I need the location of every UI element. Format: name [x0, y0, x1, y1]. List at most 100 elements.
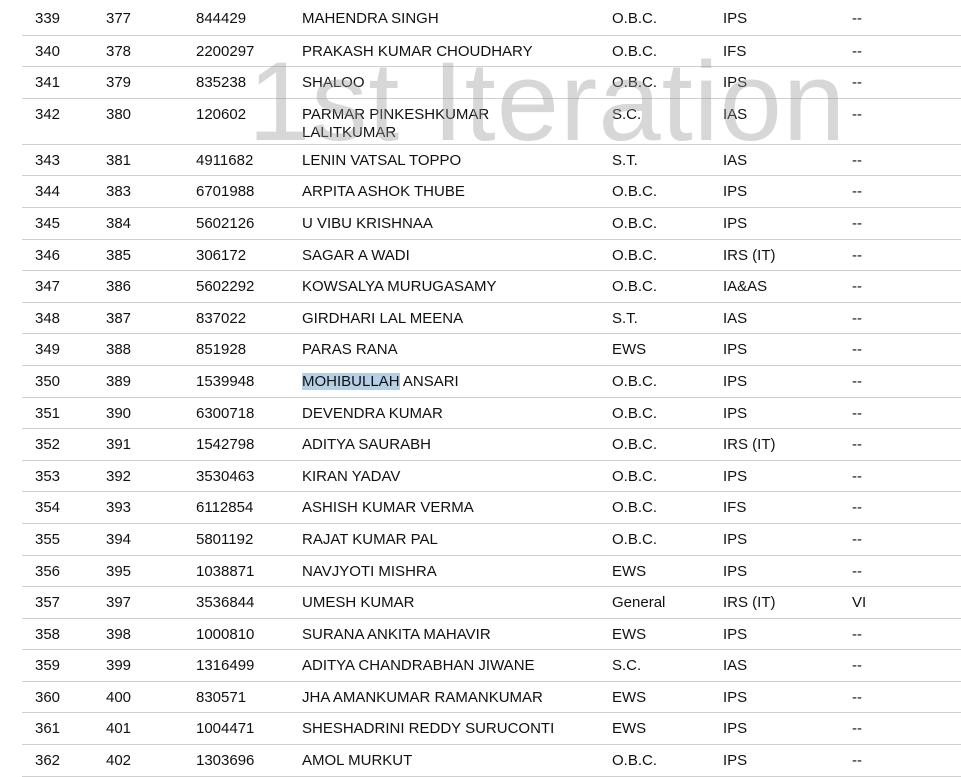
table-row: 346 385 306172 SAGAR A WADI O.B.C. IRS (… — [22, 240, 961, 272]
roll-number: 1539948 — [196, 372, 255, 390]
rank: 391 — [106, 436, 132, 454]
candidate-name: SHESHADRINI REDDY SURUCONTI — [302, 720, 555, 738]
roll-number: 5801192 — [196, 530, 254, 548]
candidate-name[interactable]: MOHIBULLAH ANSARI — [302, 372, 592, 391]
table-row: 351 390 6300718 DEVENDRA KUMAR O.B.C. IP… — [22, 398, 961, 430]
remarks: -- — [852, 467, 862, 485]
service-allocated: IAS — [723, 657, 748, 675]
roll-number: 120602 — [196, 105, 247, 123]
serial-number: 346 — [35, 246, 61, 264]
table-row: 359 399 1316499 ADITYA CHANDRABHAN JIWAN… — [22, 650, 961, 682]
category: EWS — [612, 688, 647, 706]
serial-number: 344 — [35, 183, 61, 201]
remarks: -- — [852, 404, 862, 422]
remarks: -- — [852, 499, 862, 517]
serial-number: 347 — [35, 278, 61, 296]
candidate-name: JHA AMANKUMAR RAMANKUMAR — [302, 688, 543, 706]
rank: 395 — [106, 562, 132, 580]
candidate-name: ADITYA CHANDRABHAN JIWANE — [302, 657, 535, 675]
serial-number: 341 — [35, 74, 61, 92]
service-allocated: IPS — [723, 341, 748, 359]
category: S.T. — [612, 151, 638, 169]
category: O.B.C. — [612, 530, 658, 548]
serial-number: 342 — [35, 105, 61, 123]
category: O.B.C. — [612, 246, 658, 264]
table-row: 349 388 851928 PARAS RANA EWS IPS -- — [22, 334, 961, 366]
service-allocated: IPS — [723, 404, 748, 422]
serial-number: 355 — [35, 530, 61, 548]
category: O.B.C. — [612, 42, 658, 60]
serial-number: 358 — [35, 625, 61, 643]
service-allocated: IPS — [723, 752, 748, 770]
rank: 386 — [106, 278, 132, 296]
table-row: 352 391 1542798 ADITYA SAURABH O.B.C. IR… — [22, 429, 961, 461]
remarks: -- — [852, 246, 862, 264]
candidate-name: PARAS RANA — [302, 341, 398, 359]
table-row: 341 379 835238 SHALOO O.B.C. IPS -- — [22, 67, 961, 99]
category: O.B.C. — [612, 10, 658, 27]
serial-number: 340 — [35, 42, 61, 60]
service-allocated: IPS — [723, 467, 748, 485]
remarks: -- — [852, 151, 862, 169]
service-allocated: IFS — [723, 42, 747, 60]
table-row: 362 402 1303696 AMOL MURKUT O.B.C. IPS -… — [22, 745, 961, 777]
service-allocated: IRS (IT) — [723, 594, 776, 612]
rank: 379 — [106, 74, 132, 92]
roll-number: 5602292 — [196, 278, 255, 296]
table-row: 353 392 3530463 KIRAN YADAV O.B.C. IPS -… — [22, 461, 961, 493]
candidate-name: ASHISH KUMAR VERMA — [302, 499, 474, 517]
rank: 387 — [106, 309, 132, 327]
rank: 392 — [106, 467, 132, 485]
candidate-name: RAJAT KUMAR PAL — [302, 530, 438, 548]
candidate-name: KOWSALYA MURUGASAMY — [302, 278, 497, 296]
remarks: VI — [852, 594, 867, 612]
table-row: 350 389 1539948 MOHIBULLAH ANSARI O.B.C.… — [22, 366, 961, 398]
remarks: -- — [852, 436, 862, 454]
remarks: -- — [852, 10, 862, 27]
category: EWS — [612, 562, 647, 580]
service-allocated: IPS — [723, 562, 748, 580]
rank: 400 — [106, 688, 132, 706]
candidate-name: SURANA ANKITA MAHAVIR — [302, 625, 491, 643]
remarks: -- — [852, 214, 862, 232]
rank: 383 — [106, 183, 132, 201]
roll-number: 830571 — [196, 688, 247, 706]
rank: 388 — [106, 341, 132, 359]
service-allocated: IAS — [723, 309, 748, 327]
table-row: 356 395 1038871 NAVJYOTI MISHRA EWS IPS … — [22, 556, 961, 588]
roll-number: 1000810 — [196, 625, 255, 643]
roll-number: 5602126 — [196, 214, 255, 232]
serial-number: 354 — [35, 499, 61, 517]
service-allocated: IPS — [723, 720, 748, 738]
rank: 384 — [106, 214, 132, 232]
serial-number: 345 — [35, 214, 61, 232]
category: O.B.C. — [612, 404, 658, 422]
roll-number: 837022 — [196, 309, 247, 327]
remarks: -- — [852, 105, 862, 123]
rank: 381 — [106, 151, 132, 169]
candidate-name: ADITYA SAURABH — [302, 436, 431, 454]
service-allocated: IPS — [723, 183, 748, 201]
category: S.C. — [612, 105, 642, 123]
remarks: -- — [852, 720, 862, 738]
roll-number: 1038871 — [196, 562, 255, 580]
category: EWS — [612, 341, 647, 359]
roll-number: 306172 — [196, 246, 247, 264]
service-allocated: IPS — [723, 372, 748, 390]
rank: 377 — [106, 10, 132, 27]
remarks: -- — [852, 625, 862, 643]
category: O.B.C. — [612, 467, 658, 485]
table-row: 354 393 6112854 ASHISH KUMAR VERMA O.B.C… — [22, 492, 961, 524]
table-row: 357 397 3536844 UMESH KUMAR General IRS … — [22, 587, 961, 619]
table-row: 360 400 830571 JHA AMANKUMAR RAMANKUMAR … — [22, 682, 961, 714]
roll-number: 6701988 — [196, 183, 255, 201]
candidate-name: MAHENDRA SINGH — [302, 10, 439, 27]
table-row: 342 380 120602 PARMAR PINKESHKUMAR LALIT… — [22, 99, 961, 145]
selected-text[interactable]: MOHIBULLAH — [302, 372, 400, 390]
roll-number: 2200297 — [196, 42, 255, 60]
service-allocated: IPS — [723, 688, 748, 706]
remarks: -- — [852, 372, 862, 390]
service-allocated: IAS — [723, 151, 748, 169]
rank: 390 — [106, 404, 132, 422]
candidate-name: U VIBU KRISHNAA — [302, 214, 433, 232]
